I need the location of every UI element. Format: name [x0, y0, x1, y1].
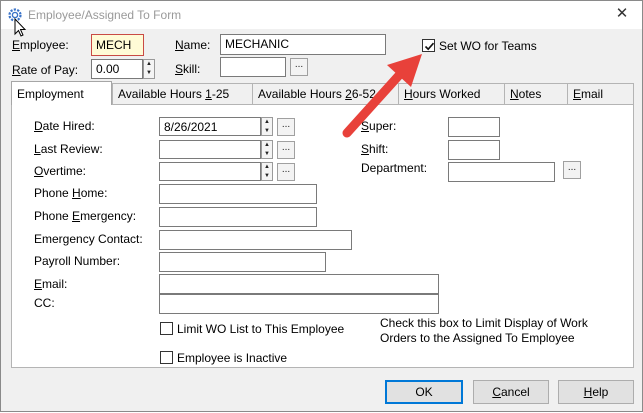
- super-field[interactable]: [448, 117, 500, 137]
- payroll-number-field[interactable]: [159, 252, 326, 272]
- date-hired-spinner[interactable]: ▲ ▼: [261, 117, 273, 136]
- employee-field[interactable]: MECH: [91, 34, 144, 56]
- set-wo-for-teams-label: Set WO for Teams: [439, 39, 537, 53]
- emergency-contact-field[interactable]: [159, 230, 352, 250]
- emergency-contact-label: Emergency Contact:: [34, 232, 143, 246]
- spin-up-icon[interactable]: ▲: [144, 60, 154, 69]
- cc-field[interactable]: [159, 294, 439, 314]
- super-label: Super:: [361, 119, 397, 133]
- date-hired-field[interactable]: 8/26/2021: [159, 117, 261, 136]
- rate-of-pay-label: Rate of Pay:: [12, 63, 79, 77]
- shift-label: Shift:: [361, 142, 389, 156]
- cc-label: CC:: [34, 296, 55, 310]
- last-review-field[interactable]: [159, 140, 261, 159]
- spin-up-icon[interactable]: ▲: [262, 118, 272, 127]
- skill-field[interactable]: [220, 57, 286, 77]
- name-field[interactable]: MECHANIC: [220, 34, 386, 55]
- phone-emergency-label: Phone Emergency:: [34, 209, 137, 223]
- date-hired-label: Date Hired:: [34, 119, 95, 133]
- cancel-button[interactable]: Cancel: [473, 380, 549, 404]
- employee-inactive-checkbox[interactable]: [160, 351, 173, 364]
- department-lookup-button[interactable]: ...: [563, 161, 581, 179]
- rate-of-pay-field[interactable]: 0.00: [91, 59, 143, 79]
- shift-field[interactable]: [448, 140, 500, 160]
- spin-down-icon[interactable]: ▼: [262, 127, 272, 136]
- checkmark-icon: [424, 42, 435, 51]
- tab-hours-worked[interactable]: Hours Worked: [398, 83, 505, 104]
- spin-up-icon[interactable]: ▲: [262, 163, 272, 172]
- tab-available-hours-1-25[interactable]: Available Hours 1-25: [112, 83, 253, 104]
- spin-down-icon[interactable]: ▼: [262, 150, 272, 159]
- skill-lookup-button[interactable]: ...: [290, 58, 308, 76]
- skill-label: Skill:: [175, 62, 201, 76]
- email-label: Email:: [34, 277, 68, 291]
- employee-inactive-label: Employee is Inactive: [177, 351, 288, 365]
- name-label: Name:: [175, 38, 211, 52]
- spin-down-icon[interactable]: ▼: [144, 69, 154, 78]
- tab-notes[interactable]: Notes: [504, 83, 568, 104]
- overtime-lookup-button[interactable]: ...: [277, 163, 295, 181]
- title-bar: Employee/Assigned To Form ✕: [1, 1, 642, 29]
- phone-emergency-field[interactable]: [159, 207, 317, 227]
- close-icon[interactable]: ✕: [602, 1, 642, 29]
- window-title: Employee/Assigned To Form: [28, 8, 182, 22]
- limit-wo-list-label: Limit WO List to This Employee: [177, 322, 345, 336]
- last-review-spinner[interactable]: ▲ ▼: [261, 140, 273, 159]
- overtime-spinner[interactable]: ▲ ▼: [261, 162, 273, 181]
- department-label: Department:: [361, 161, 428, 175]
- tab-employment[interactable]: Employment: [11, 81, 112, 105]
- employee-label: Employee:: [12, 38, 69, 52]
- overtime-field[interactable]: [159, 162, 261, 181]
- last-review-label: Last Review:: [34, 142, 103, 156]
- set-wo-for-teams-checkbox[interactable]: [422, 39, 435, 52]
- employee-form-window: Employee/Assigned To Form ✕ Employee: ME…: [0, 0, 643, 412]
- limit-hint-line-2: Orders to the Assigned To Employee: [380, 331, 575, 345]
- phone-home-field[interactable]: [159, 184, 317, 204]
- tab-available-hours-26-52[interactable]: Available Hours 26-52: [252, 83, 399, 104]
- overtime-label: Overtime:: [34, 164, 87, 178]
- mouse-cursor-icon: [14, 18, 27, 37]
- limit-wo-list-checkbox[interactable]: [160, 322, 173, 335]
- tab-email[interactable]: Email: [567, 83, 634, 104]
- payroll-number-label: Payroll Number:: [34, 254, 121, 268]
- phone-home-label: Phone Home:: [34, 186, 108, 200]
- rate-of-pay-spinner[interactable]: ▲ ▼: [143, 59, 155, 79]
- ok-button[interactable]: OK: [385, 380, 463, 404]
- spin-up-icon[interactable]: ▲: [262, 141, 272, 150]
- limit-hint-line-1: Check this box to Limit Display of Work: [380, 316, 588, 330]
- department-field[interactable]: [448, 162, 555, 182]
- help-button[interactable]: Help: [558, 380, 634, 404]
- spin-down-icon[interactable]: ▼: [262, 172, 272, 181]
- date-hired-lookup-button[interactable]: ...: [277, 118, 295, 136]
- last-review-lookup-button[interactable]: ...: [277, 141, 295, 159]
- email-field[interactable]: [159, 274, 439, 294]
